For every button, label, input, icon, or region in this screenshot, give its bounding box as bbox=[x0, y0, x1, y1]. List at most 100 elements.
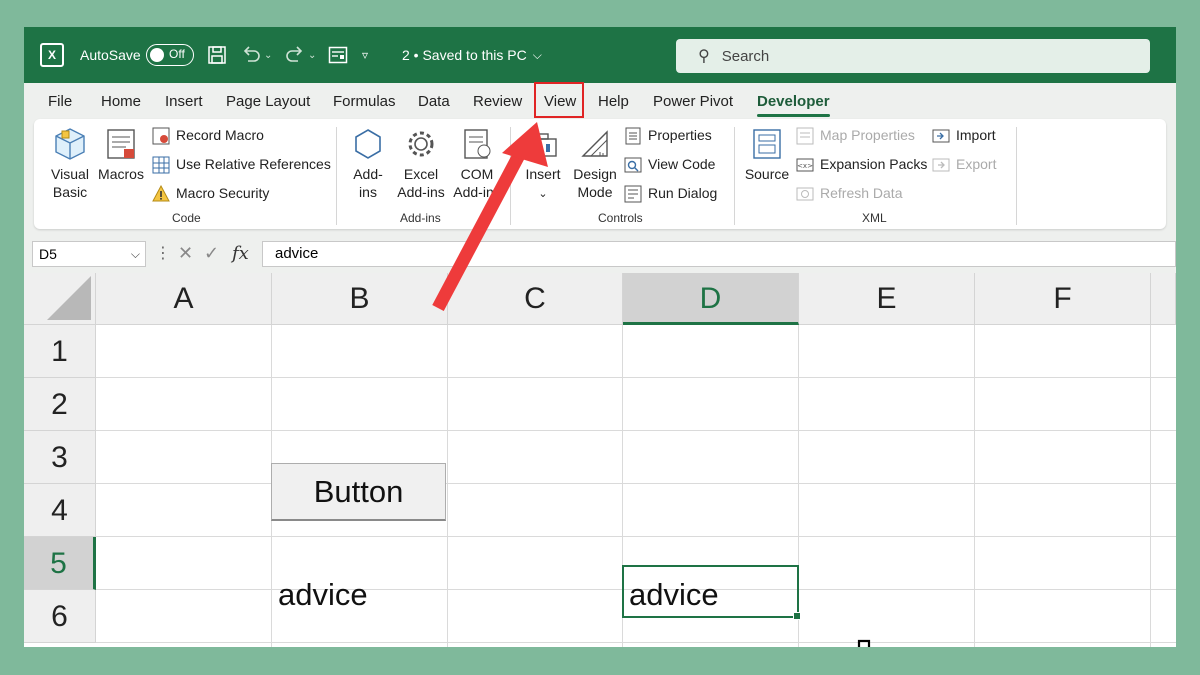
excel-add-ins-button[interactable]: Excel Add-ins bbox=[394, 127, 448, 201]
column-header-f[interactable]: F bbox=[975, 273, 1151, 325]
macro-security-button[interactable]: Macro Security bbox=[152, 185, 269, 203]
design-mode-button[interactable]: Design Mode bbox=[570, 127, 620, 201]
row-header-3[interactable]: 3 bbox=[24, 431, 96, 484]
macros-button[interactable]: Macros bbox=[96, 127, 146, 183]
formula-input[interactable]: advice bbox=[262, 241, 1176, 267]
redo-dropdown-icon[interactable]: ⌄ bbox=[308, 27, 316, 83]
view-tab-highlight bbox=[534, 82, 584, 118]
record-macro-icon bbox=[152, 127, 170, 145]
form-icon[interactable] bbox=[328, 27, 348, 83]
title-bar: X AutoSave Off ⌄ ⌄ ▿ 2 • Saved to this P… bbox=[24, 27, 1176, 83]
com-add-ins-button[interactable]: COM Add-ins bbox=[450, 127, 504, 201]
relative-references-icon bbox=[152, 156, 170, 174]
tab-help[interactable]: Help bbox=[598, 93, 629, 110]
export-button[interactable]: Export bbox=[932, 156, 996, 174]
expansion-packs-button[interactable]: <x> Expansion Packs bbox=[796, 156, 927, 174]
column-header-e[interactable]: E bbox=[799, 273, 975, 325]
properties-label: Properties bbox=[648, 127, 712, 143]
autosave-toggle[interactable]: Off bbox=[146, 27, 194, 83]
tab-insert[interactable]: Insert bbox=[165, 93, 203, 110]
run-dialog-button[interactable]: Run Dialog bbox=[624, 185, 717, 203]
column-header-next[interactable] bbox=[1151, 273, 1176, 325]
add-ins-icon bbox=[355, 129, 381, 159]
design-mode-label-1: Design bbox=[573, 166, 617, 182]
select-all-button[interactable] bbox=[24, 273, 96, 325]
tab-power-pivot[interactable]: Power Pivot bbox=[653, 93, 733, 110]
run-dialog-label: Run Dialog bbox=[648, 185, 718, 201]
source-button[interactable]: Source bbox=[742, 127, 792, 183]
map-properties-icon bbox=[796, 127, 814, 145]
row-header-5[interactable]: 5 bbox=[24, 537, 96, 590]
ribbon-area: Visual Basic Macros Record Macro Use Rel… bbox=[24, 119, 1176, 237]
add-ins-button[interactable]: Add- ins bbox=[346, 127, 390, 201]
tab-page-layout[interactable]: Page Layout bbox=[226, 93, 310, 110]
tab-file[interactable]: File bbox=[48, 93, 72, 110]
search-icon: ⚲ bbox=[698, 48, 710, 65]
tab-review[interactable]: Review bbox=[473, 93, 522, 110]
search-box[interactable]: ⚲ Search bbox=[676, 39, 1150, 73]
undo-dropdown-icon[interactable]: ⌄ bbox=[264, 27, 272, 83]
com-add-ins-label-1: COM bbox=[460, 166, 494, 182]
insert-control-button[interactable]: Insert ⌄ bbox=[518, 127, 568, 203]
gridline bbox=[974, 325, 975, 647]
gridline bbox=[96, 377, 1176, 378]
document-title[interactable]: 2 • Saved to this PC ⌵ bbox=[402, 27, 542, 83]
record-macro-button[interactable]: Record Macro bbox=[152, 127, 264, 145]
refresh-data-button[interactable]: Refresh Data bbox=[796, 185, 902, 203]
design-mode-label-2: Mode bbox=[577, 184, 613, 200]
gridline bbox=[1150, 325, 1151, 647]
name-box[interactable]: D5 ⌵ bbox=[32, 241, 146, 267]
save-icon[interactable] bbox=[207, 27, 227, 83]
gridline bbox=[447, 325, 448, 647]
row-header-1[interactable]: 1 bbox=[24, 325, 96, 378]
com-add-ins-icon bbox=[464, 129, 491, 159]
gear-icon bbox=[408, 131, 434, 157]
row-header-6[interactable]: 6 bbox=[24, 590, 96, 643]
svg-text:<x>: <x> bbox=[797, 162, 813, 170]
row-header-2[interactable]: 2 bbox=[24, 378, 96, 431]
more-options-icon[interactable]: ⋮ bbox=[155, 243, 171, 263]
cancel-icon[interactable]: ✕ bbox=[178, 243, 193, 264]
visual-basic-button[interactable]: Visual Basic bbox=[44, 127, 96, 201]
redo-icon[interactable] bbox=[284, 27, 306, 83]
enter-icon[interactable]: ✓ bbox=[204, 243, 219, 264]
column-header-d[interactable]: D bbox=[623, 273, 799, 325]
column-header-c[interactable]: C bbox=[448, 273, 623, 325]
view-code-button[interactable]: View Code bbox=[624, 156, 715, 174]
cell-b5[interactable]: advice bbox=[278, 577, 368, 613]
refresh-data-label: Refresh Data bbox=[820, 185, 903, 201]
tab-developer[interactable]: Developer bbox=[757, 93, 830, 117]
autosave-state: Off bbox=[169, 47, 185, 61]
com-add-ins-label-2: Add-ins bbox=[453, 184, 501, 200]
map-properties-button[interactable]: Map Properties bbox=[796, 127, 915, 145]
visual-basic-icon bbox=[55, 128, 85, 160]
selected-cell-outline bbox=[622, 565, 801, 620]
tab-data[interactable]: Data bbox=[418, 93, 450, 110]
properties-button[interactable]: Properties bbox=[624, 127, 712, 145]
fill-handle[interactable] bbox=[793, 612, 801, 620]
insert-function-icon[interactable]: fx bbox=[232, 243, 249, 264]
run-dialog-icon bbox=[624, 185, 642, 203]
tab-home[interactable]: Home bbox=[101, 93, 141, 110]
use-relative-references-button[interactable]: Use Relative References bbox=[152, 156, 331, 174]
add-ins-group-label: Add-ins bbox=[400, 211, 441, 225]
import-icon bbox=[932, 129, 950, 143]
source-label: Source bbox=[744, 166, 790, 182]
column-header-b[interactable]: B bbox=[272, 273, 448, 325]
chevron-down-icon: ⌵ bbox=[532, 47, 542, 62]
warning-icon bbox=[152, 185, 170, 202]
controls-group-label: Controls bbox=[598, 211, 643, 225]
customize-toolbar-icon[interactable]: ▿ bbox=[362, 27, 368, 83]
excel-window: X AutoSave Off ⌄ ⌄ ▿ 2 • Saved to this P… bbox=[24, 27, 1176, 647]
use-relative-references-label: Use Relative References bbox=[176, 156, 331, 172]
autosave-label: AutoSave bbox=[80, 47, 141, 63]
tab-formulas[interactable]: Formulas bbox=[333, 93, 396, 110]
code-group-label: Code bbox=[172, 211, 201, 225]
insert-control-label: Insert bbox=[525, 166, 561, 182]
form-control-button[interactable]: Button bbox=[271, 463, 446, 521]
undo-icon[interactable] bbox=[240, 27, 262, 83]
gridline bbox=[96, 430, 1176, 431]
column-header-a[interactable]: A bbox=[96, 273, 272, 325]
row-header-4[interactable]: 4 bbox=[24, 484, 96, 537]
import-button[interactable]: Import bbox=[932, 127, 996, 145]
